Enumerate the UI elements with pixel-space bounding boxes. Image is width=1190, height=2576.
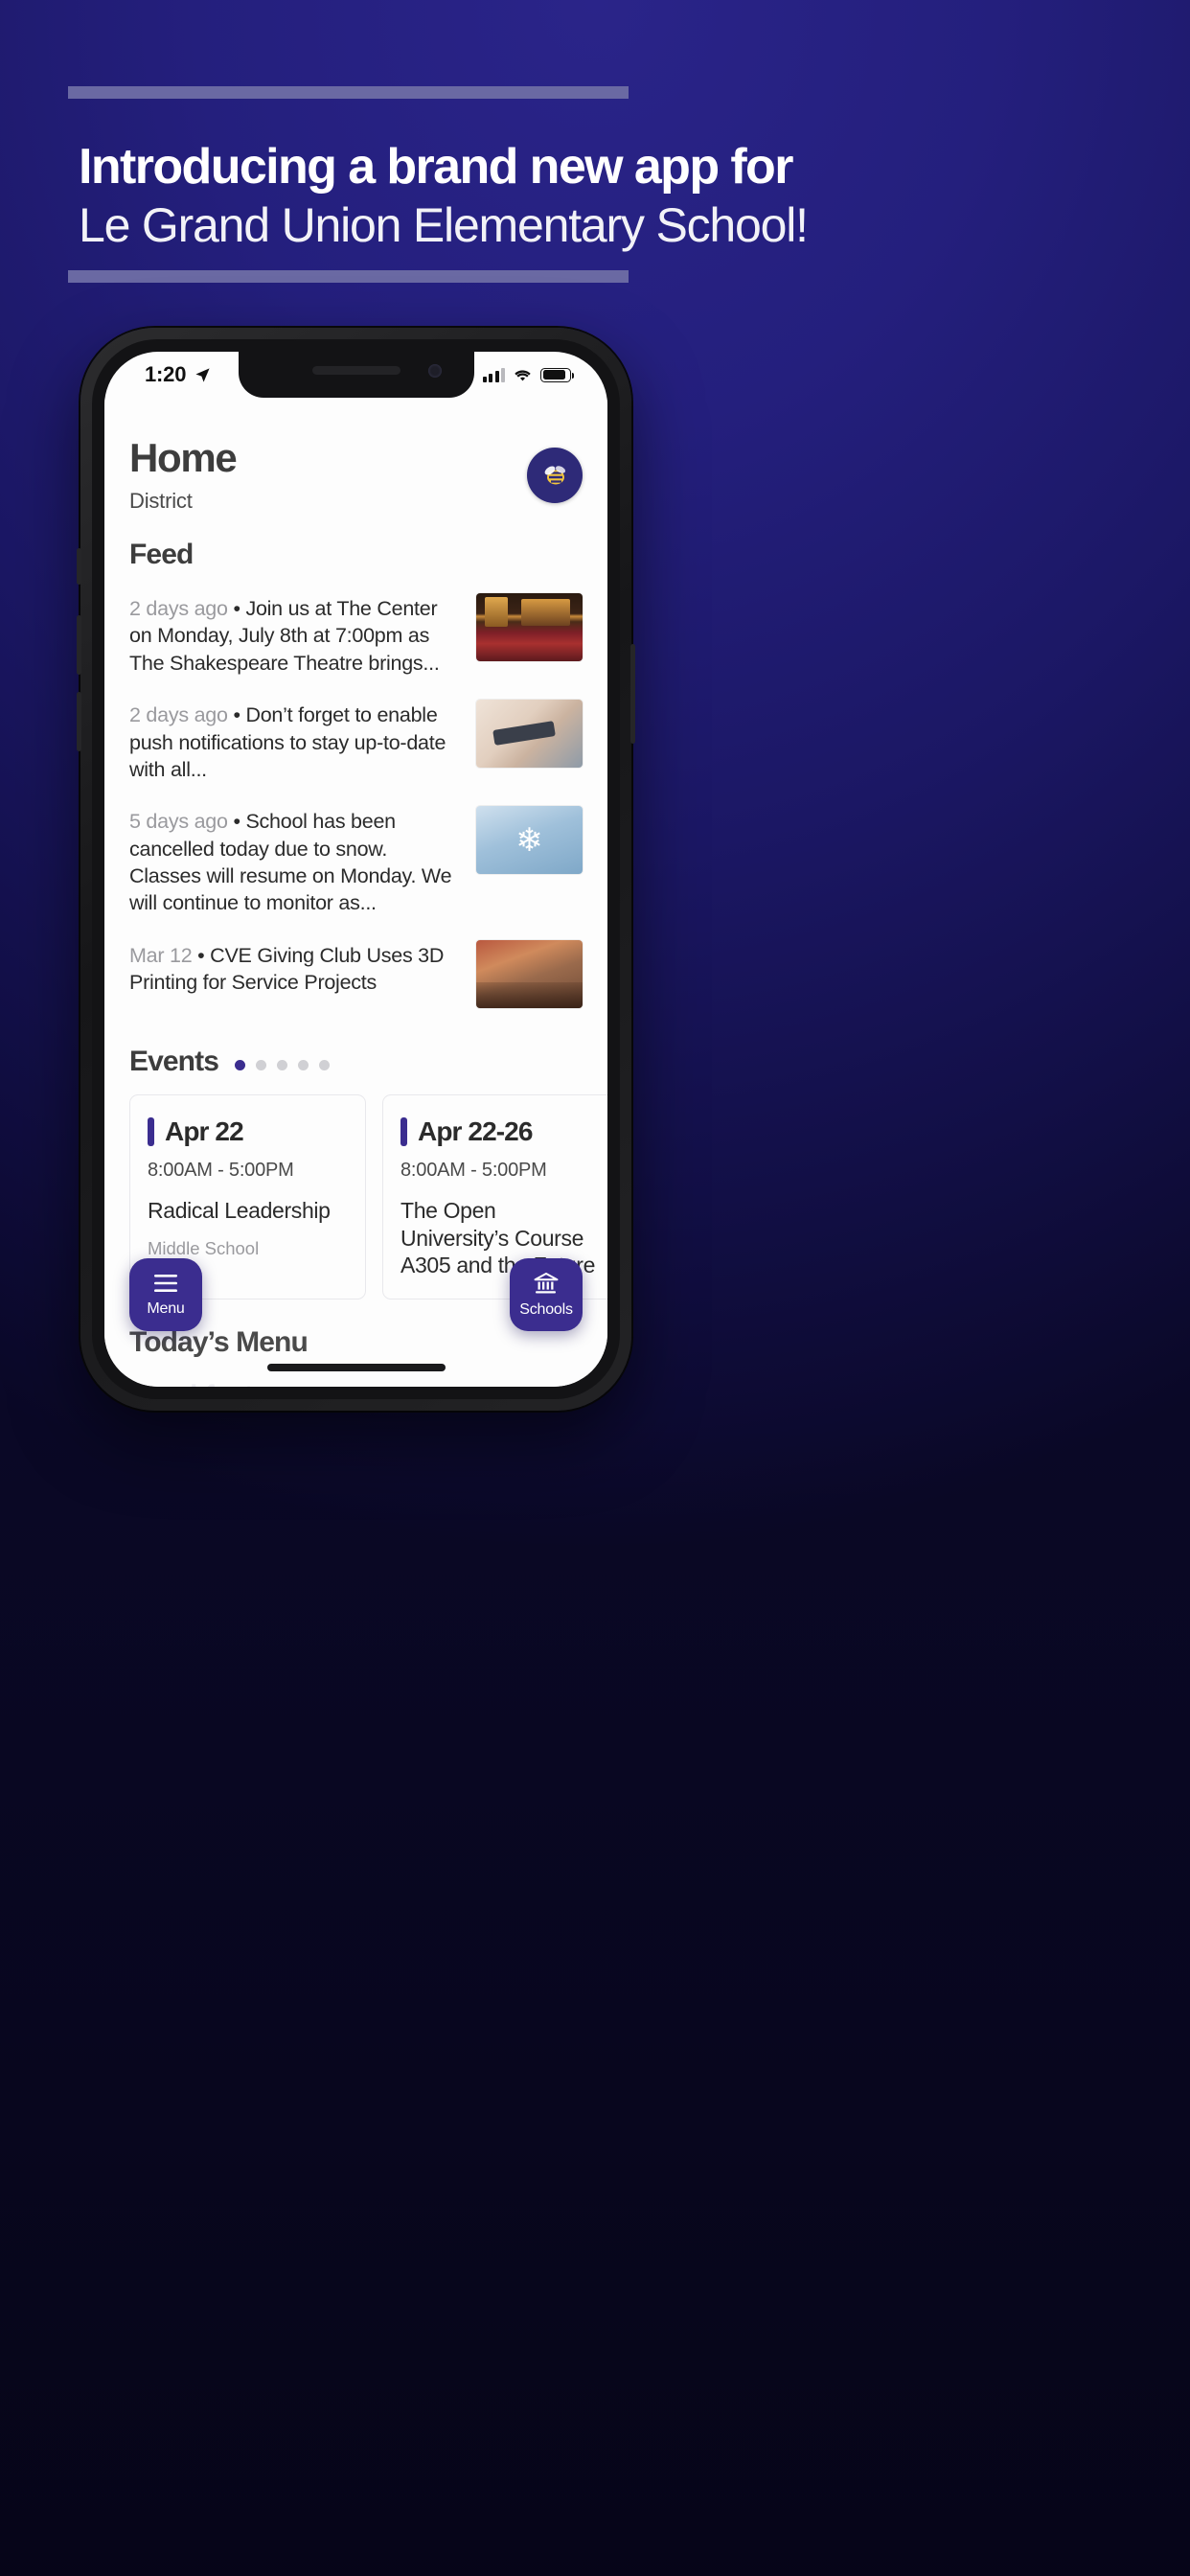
menu-section-title: Today’s Menu bbox=[129, 1325, 309, 1358]
wifi-icon bbox=[515, 369, 531, 380]
status-bar-left: 1:20 bbox=[145, 362, 211, 387]
event-date-row: Apr 22 bbox=[148, 1116, 348, 1147]
menu-obscured-item: Breakfast bbox=[129, 1380, 583, 1387]
classroom-students-thumbnail[interactable] bbox=[476, 939, 583, 1008]
feed-item[interactable]: 2 days ago • Join us at The Center on Mo… bbox=[129, 583, 583, 689]
feed-item-separator: • bbox=[233, 810, 240, 834]
cellular-signal-icon bbox=[482, 367, 505, 382]
hands-phone-thumbnail[interactable] bbox=[476, 700, 583, 769]
feed-item[interactable]: 5 days ago • School has been cancelled t… bbox=[129, 795, 583, 930]
pagination-dot-3[interactable] bbox=[276, 1060, 287, 1071]
phone-device-mockup: 1:20 Home District Feed 2 days ago • Joi… bbox=[77, 328, 635, 1411]
feed-item-separator: • bbox=[233, 703, 240, 727]
headline-line-2: Le Grand Union Elementary School! bbox=[79, 197, 809, 252]
pagination-dot-5[interactable] bbox=[318, 1060, 330, 1071]
schools-fab-label: Schools bbox=[519, 1300, 573, 1318]
event-location: Middle School bbox=[148, 1237, 260, 1258]
front-camera-icon bbox=[427, 364, 442, 378]
event-accent-bar bbox=[148, 1116, 154, 1146]
event-name: Radical Leadership bbox=[148, 1197, 331, 1223]
earpiece-speaker-icon bbox=[311, 366, 400, 375]
home-indicator[interactable] bbox=[266, 1364, 446, 1371]
theater-interior-thumbnail[interactable] bbox=[476, 593, 583, 661]
app-header: Home District bbox=[129, 398, 583, 514]
headline-text: Introducing a brand new app for Le Grand… bbox=[68, 99, 1122, 252]
app-header-titles: Home District bbox=[129, 435, 238, 514]
event-date-row: Apr 22-26 bbox=[400, 1116, 601, 1147]
event-time: 8:00AM - 5:00PM bbox=[148, 1159, 294, 1181]
phone-notch bbox=[238, 352, 474, 398]
hamburger-menu-icon bbox=[154, 1274, 177, 1292]
pagination-dot-4[interactable] bbox=[297, 1060, 309, 1071]
status-bar-right bbox=[482, 367, 575, 382]
bank-columns-icon bbox=[534, 1272, 559, 1293]
status-bar-time: 1:20 bbox=[145, 362, 187, 386]
feed-list: 2 days ago • Join us at The Center on Mo… bbox=[129, 583, 583, 1021]
app-content: Home District Feed 2 days ago • Join us … bbox=[104, 398, 607, 1387]
volume-down-button[interactable] bbox=[77, 692, 81, 751]
feed-item-date: 5 days ago bbox=[129, 810, 228, 834]
headline-rule-top bbox=[68, 86, 629, 99]
feed-item-text: 5 days ago • School has been cancelled t… bbox=[129, 806, 461, 917]
feed-item-separator: • bbox=[233, 597, 240, 620]
schools-fab-button[interactable]: Schools bbox=[510, 1258, 583, 1331]
events-pagination[interactable] bbox=[234, 1052, 330, 1071]
page-title: Home bbox=[129, 435, 238, 480]
feed-item[interactable]: Mar 12 • CVE Giving Club Uses 3D Printin… bbox=[129, 930, 583, 1021]
location-arrow-icon bbox=[195, 367, 210, 382]
menu-fab-button[interactable]: Menu bbox=[129, 1258, 202, 1331]
feed-item-date: 2 days ago bbox=[129, 597, 228, 620]
feed-item-date: 2 days ago bbox=[129, 703, 228, 727]
event-time: 8:00AM - 5:00PM bbox=[400, 1159, 547, 1181]
school-bee-logo-icon[interactable] bbox=[527, 448, 583, 503]
pagination-dot-1[interactable] bbox=[234, 1060, 245, 1071]
feed-item-text: 2 days ago • Join us at The Center on Mo… bbox=[129, 593, 461, 677]
silent-switch[interactable] bbox=[77, 548, 81, 585]
page-subtitle: District bbox=[129, 489, 193, 513]
event-date: Apr 22 bbox=[165, 1116, 244, 1146]
promo-headline-block: Introducing a brand new app for Le Grand… bbox=[68, 86, 1122, 283]
feed-item[interactable]: 2 days ago • Don’t forget to enable push… bbox=[129, 689, 583, 795]
event-accent-bar bbox=[400, 1116, 407, 1146]
event-date: Apr 22-26 bbox=[418, 1116, 533, 1146]
feed-section-title: Feed bbox=[129, 539, 194, 570]
events-section-title: Events bbox=[129, 1045, 219, 1077]
headline-rule-bottom bbox=[68, 269, 629, 283]
pagination-dot-2[interactable] bbox=[255, 1060, 266, 1071]
events-header: Events bbox=[129, 1046, 583, 1078]
feed-item-text: Mar 12 • CVE Giving Club Uses 3D Printin… bbox=[129, 940, 461, 997]
feed-item-date: Mar 12 bbox=[129, 943, 193, 967]
feed-item-separator: • bbox=[197, 943, 205, 967]
menu-fab-label: Menu bbox=[147, 1300, 185, 1317]
phone-screen: 1:20 Home District Feed 2 days ago • Joi… bbox=[104, 352, 607, 1387]
feed-item-text: 2 days ago • Don’t forget to enable push… bbox=[129, 700, 461, 783]
power-button[interactable] bbox=[630, 644, 635, 744]
snowflake-mittens-thumbnail[interactable] bbox=[476, 806, 583, 875]
battery-icon bbox=[540, 367, 575, 382]
volume-up-button[interactable] bbox=[77, 615, 81, 675]
headline-line-1: Introducing a brand new app for bbox=[79, 139, 793, 195]
